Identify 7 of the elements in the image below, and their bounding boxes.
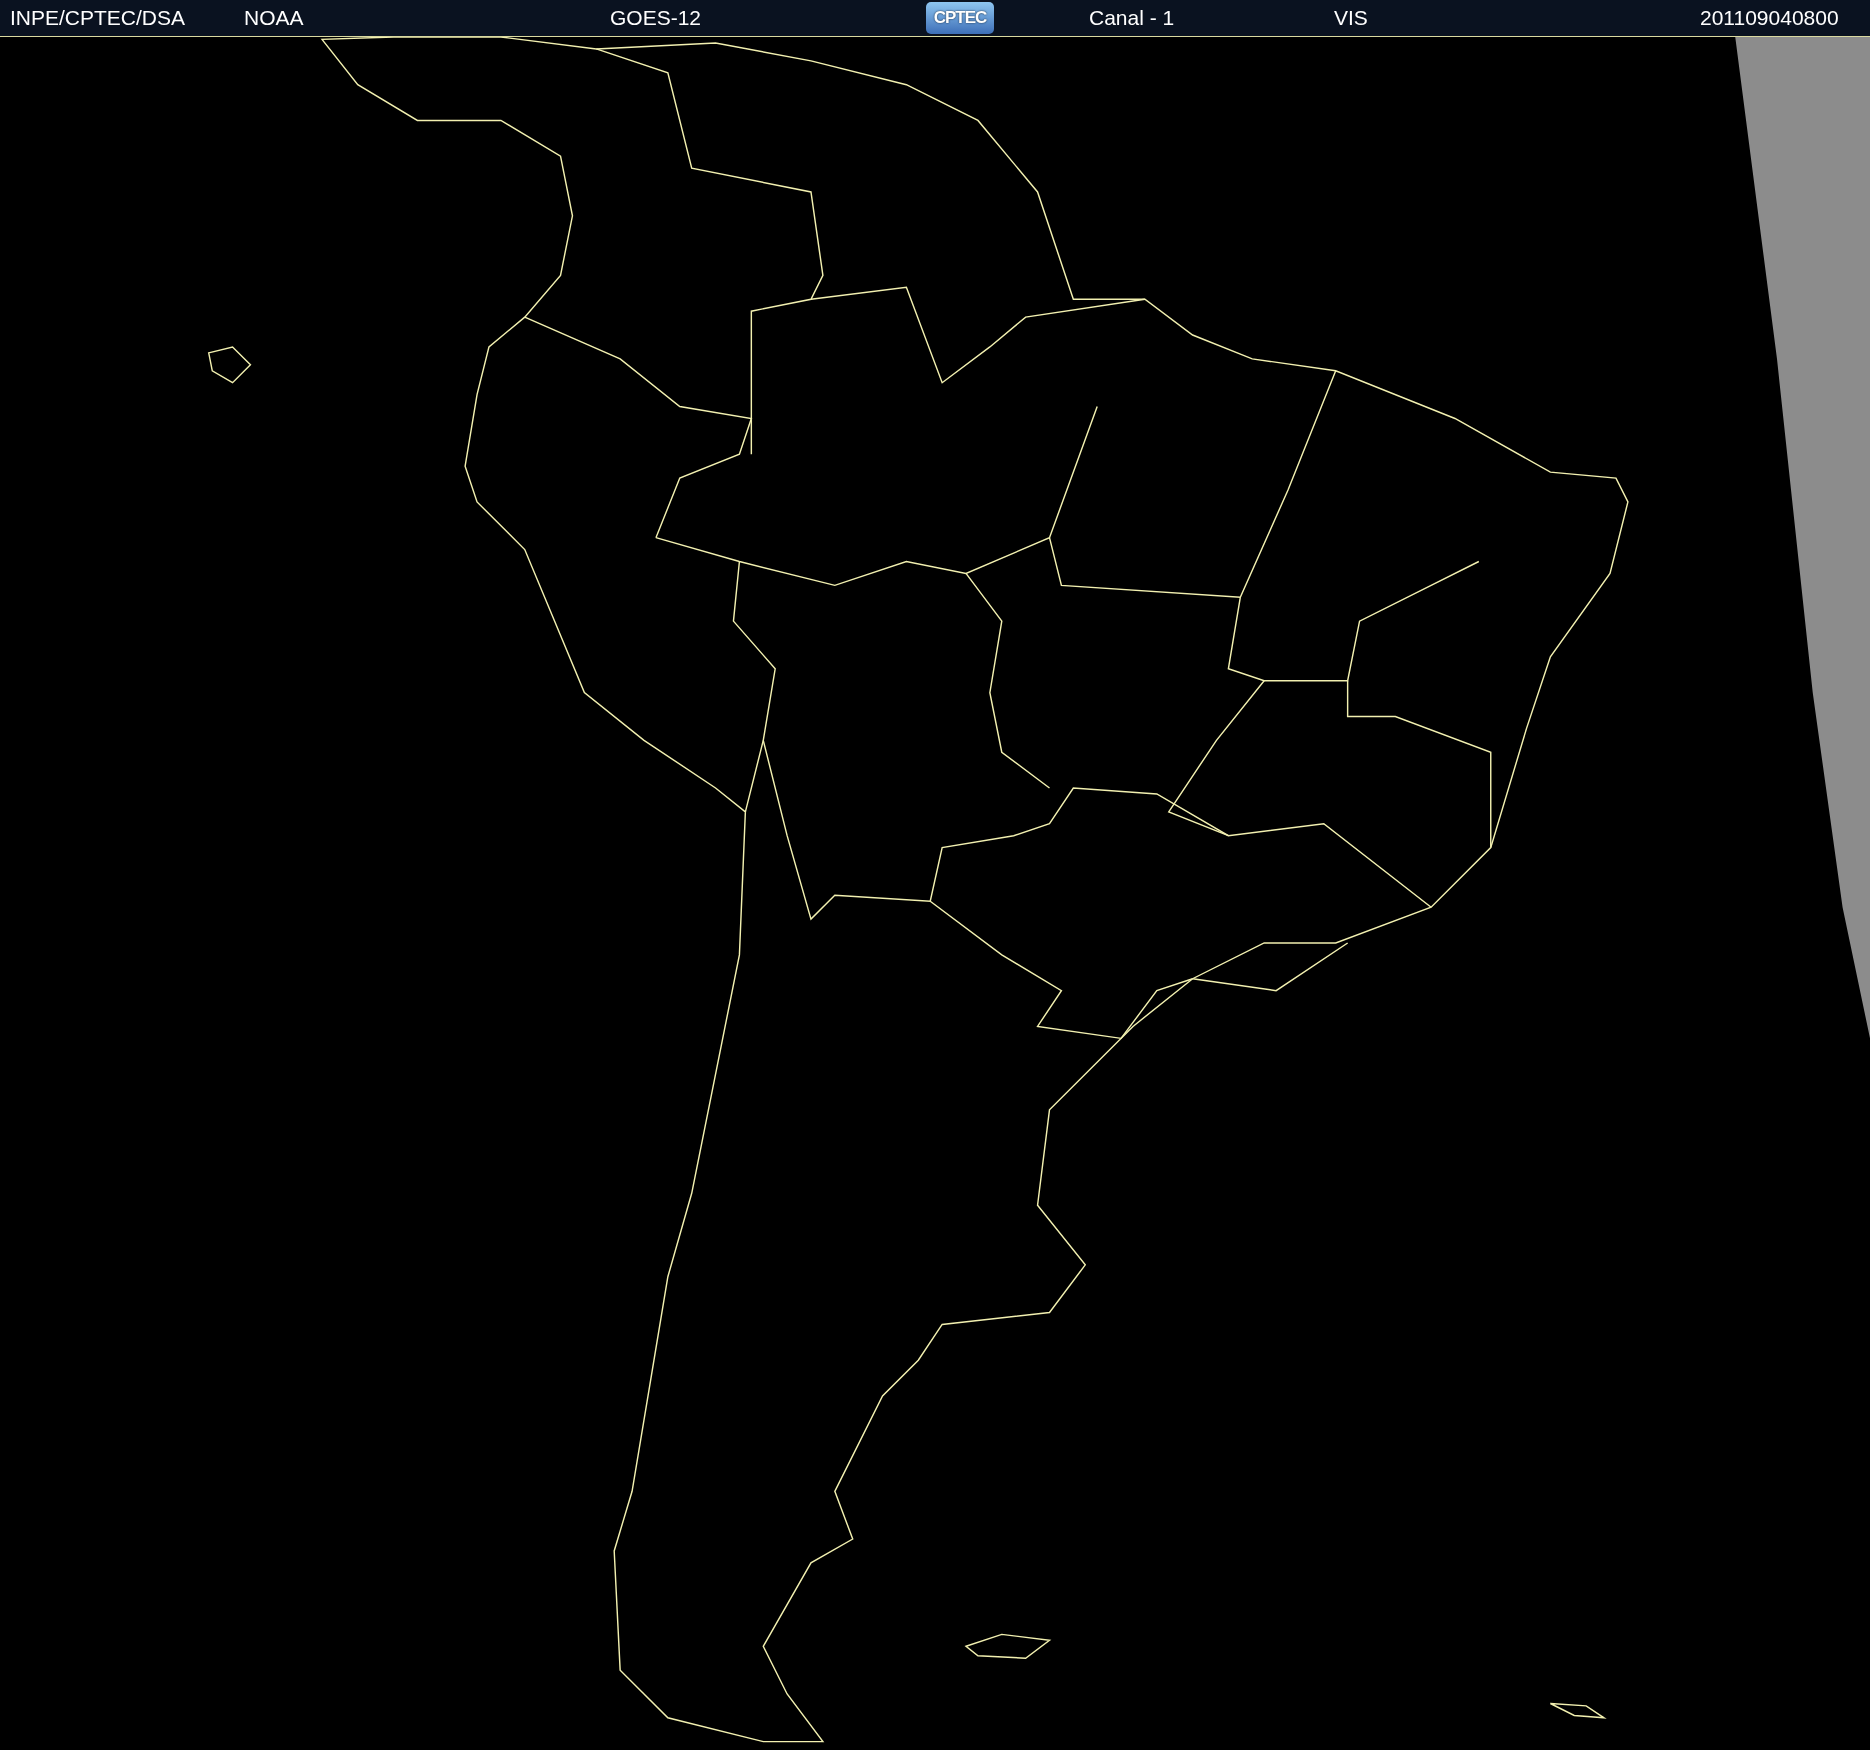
logo: CPTEC	[926, 2, 994, 34]
timestamp-label: 201109040800	[1700, 6, 1839, 29]
satellite-label: GOES-12	[610, 6, 702, 29]
source-label: NOAA	[244, 6, 304, 29]
agency-label: INPE/CPTEC/DSA	[10, 6, 186, 29]
channel-label: Canal - 1	[1089, 6, 1175, 29]
band-label: VIS	[1334, 6, 1368, 29]
